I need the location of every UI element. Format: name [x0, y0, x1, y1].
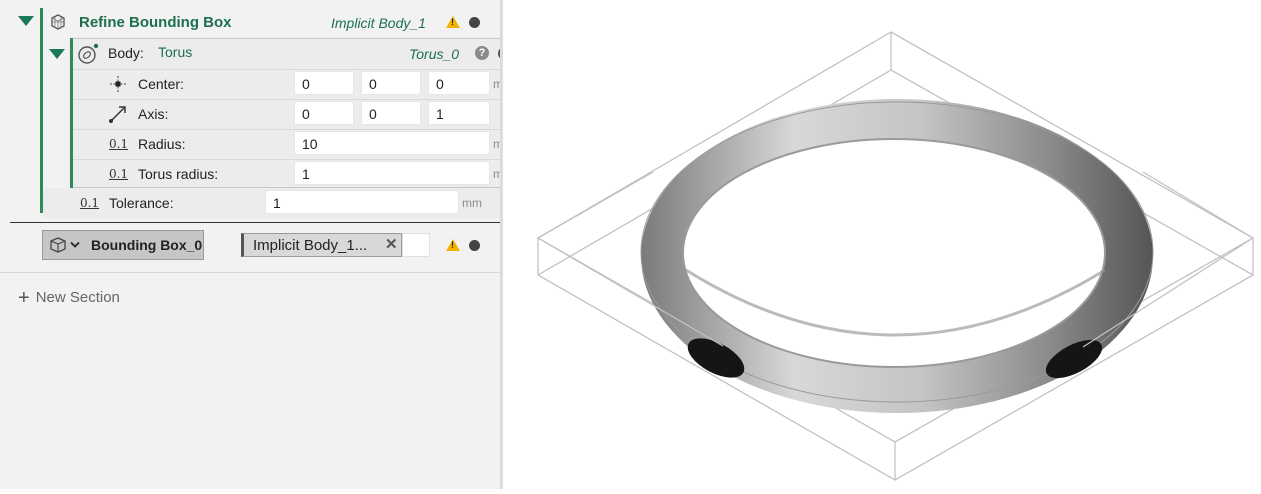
torus-radius-input[interactable]: 1: [294, 161, 490, 185]
refine-warning-icon: !: [446, 16, 460, 28]
body-type[interactable]: Torus: [158, 44, 192, 60]
new-section-button[interactable]: + New Section: [18, 285, 120, 309]
radius-label: Radius:: [138, 136, 186, 152]
number-value-icon: 0.1: [109, 167, 129, 181]
center-x-input[interactable]: 0: [294, 71, 354, 95]
body-card: Body: Torus Torus_0 ? Center: 0 0 0 mm: [49, 38, 524, 189]
axis-row: Axis: 0 0 1: [71, 99, 523, 130]
body-label: Body:: [108, 45, 144, 61]
bounding-box-separator: [0, 272, 500, 273]
mesh-cube-icon: [51, 14, 65, 30]
diagonal-arrow-icon: [109, 106, 126, 123]
refine-status-dot-icon[interactable]: [469, 17, 480, 28]
body-instance[interactable]: Torus_0: [409, 46, 459, 62]
3d-viewport[interactable]: [503, 0, 1261, 489]
tolerance-unit: mm: [462, 196, 482, 210]
body-header-row: Body: Torus Torus_0 ?: [49, 39, 523, 70]
axis-z-input[interactable]: 1: [428, 101, 490, 125]
axis-x-input[interactable]: 0: [294, 101, 354, 125]
center-label: Center:: [138, 76, 184, 92]
point-crosshair-icon: [110, 76, 126, 92]
tolerance-row: 0.1 Tolerance: 1 mm: [43, 188, 500, 218]
tolerance-label: Tolerance:: [109, 195, 174, 211]
torus-radius-label: Torus radius:: [138, 166, 219, 182]
tolerance-input[interactable]: 1: [265, 190, 459, 214]
bounding-box-tag[interactable]: Bounding Box_0: [42, 230, 204, 260]
refine-title: Refine Bounding Box: [79, 14, 232, 31]
bounding-box-label: Bounding Box_0: [91, 237, 203, 253]
torus-radius-row: 0.1 Torus radius: 1 mm: [71, 159, 523, 189]
box-icon: [50, 237, 66, 253]
torus-render: [536, 31, 1255, 481]
collapse-body-triangle-icon[interactable]: [49, 49, 65, 59]
chevron-down-icon[interactable]: [70, 241, 80, 249]
torus-icon: [78, 43, 99, 64]
remove-icon[interactable]: ✕: [385, 235, 398, 253]
refine-warning-glyph: !: [451, 17, 454, 27]
section-divider: [10, 222, 502, 223]
center-y-input[interactable]: 0: [361, 71, 421, 95]
center-z-input[interactable]: 0: [428, 71, 490, 95]
body-group-bar: [70, 38, 73, 188]
axis-y-input[interactable]: 0: [361, 101, 421, 125]
number-value-icon: 0.1: [109, 137, 129, 151]
bounding-box-warning-glyph: !: [451, 240, 454, 250]
refine-reference[interactable]: Implicit Body_1: [331, 15, 426, 31]
help-icon[interactable]: ?: [475, 46, 489, 60]
radius-row: 0.1 Radius: 10 mm: [71, 129, 523, 160]
number-value-icon: 0.1: [80, 196, 100, 210]
bounding-box-warning-icon: !: [446, 239, 460, 251]
axis-label: Axis:: [138, 106, 169, 122]
new-section-label: New Section: [35, 289, 120, 306]
implicit-body-chip-label: Implicit Body_1...: [253, 237, 368, 254]
center-row: Center: 0 0 0 mm: [71, 69, 523, 100]
left-panel: Refine Bounding Box Implicit Body_1 ! Bo…: [0, 0, 524, 489]
reference-input[interactable]: [402, 233, 430, 257]
plus-icon: +: [18, 287, 30, 309]
refine-group-bar: [40, 8, 43, 213]
radius-input[interactable]: 10: [294, 131, 490, 155]
bounding-box-status-dot-icon[interactable]: [469, 240, 480, 251]
implicit-body-chip[interactable]: Implicit Body_1... ✕: [241, 233, 402, 257]
collapse-refine-triangle-icon[interactable]: [18, 16, 34, 26]
